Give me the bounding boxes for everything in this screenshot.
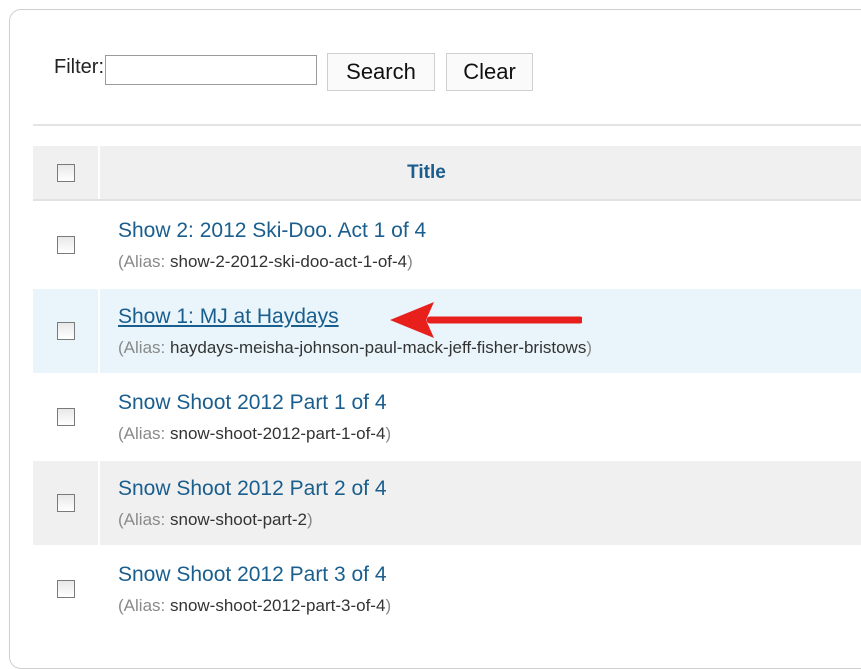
header-title-cell: Title <box>100 146 861 199</box>
search-button[interactable]: Search <box>327 53 435 91</box>
row-title-cell: Snow Shoot 2012 Part 3 of 4 (Alias: snow… <box>100 547 861 631</box>
filter-label: Filter: <box>54 55 104 78</box>
article-title-link[interactable]: Snow Shoot 2012 Part 1 of 4 <box>118 390 861 416</box>
table-row: Show 2: 2012 Ski-Doo. Act 1 of 4 (Alias:… <box>33 203 861 287</box>
select-all-checkbox[interactable] <box>56 163 75 182</box>
row-checkbox-cell <box>33 203 100 287</box>
row-checkbox-cell <box>33 375 100 459</box>
clear-button[interactable]: Clear <box>446 53 533 91</box>
row-checkbox[interactable] <box>56 580 75 598</box>
article-title-link[interactable]: Snow Shoot 2012 Part 3 of 4 <box>118 562 861 588</box>
alias-value: snow-shoot-2012-part-3-of-4 <box>169 596 386 615</box>
alias-line: (Alias: snow-shoot-2012-part-1-of-4) <box>118 424 392 443</box>
alias-label: Alias <box>123 424 161 443</box>
row-checkbox[interactable] <box>56 236 75 254</box>
row-title-cell: Snow Shoot 2012 Part 2 of 4 (Alias: snow… <box>100 461 861 545</box>
article-title-link[interactable]: Snow Shoot 2012 Part 2 of 4 <box>118 476 861 502</box>
filter-input[interactable] <box>105 54 317 85</box>
alias-value: haydays-meisha-johnson-paul-mack-jeff-fi… <box>169 338 587 357</box>
row-checkbox-cell <box>33 461 100 545</box>
alias-label: Alias <box>123 596 161 615</box>
articles-table: Title Show 2: 2012 Ski-Doo. Act 1 of 4 (… <box>33 146 861 633</box>
table-row: Snow Shoot 2012 Part 1 of 4 (Alias: snow… <box>33 375 861 459</box>
row-checkbox[interactable] <box>56 322 75 340</box>
row-checkbox[interactable] <box>56 494 75 512</box>
article-title-link[interactable]: Show 2: 2012 Ski-Doo. Act 1 of 4 <box>118 218 861 244</box>
red-arrow-annotation <box>390 302 582 338</box>
filter-bar: Filter: Search Clear <box>54 53 544 91</box>
table-row: Snow Shoot 2012 Part 3 of 4 (Alias: snow… <box>33 547 861 631</box>
sort-by-title-link[interactable]: Title <box>407 162 446 184</box>
alias-label: Alias <box>123 510 161 529</box>
alias-value: snow-shoot-part-2 <box>169 510 307 529</box>
row-checkbox[interactable] <box>56 408 75 426</box>
table-row: Snow Shoot 2012 Part 2 of 4 (Alias: snow… <box>33 461 861 545</box>
table-header-row: Title <box>33 146 861 201</box>
header-checkbox-cell <box>33 146 100 199</box>
alias-value: show-2-2012-ski-doo-act-1-of-4 <box>169 252 408 271</box>
row-checkbox-cell <box>33 547 100 631</box>
alias-label: Alias <box>123 338 161 357</box>
divider <box>33 124 861 126</box>
alias-line: (Alias: show-2-2012-ski-doo-act-1-of-4) <box>118 252 413 271</box>
row-title-cell: Show 2: 2012 Ski-Doo. Act 1 of 4 (Alias:… <box>100 203 861 287</box>
alias-line: (Alias: haydays-meisha-johnson-paul-mack… <box>118 338 592 357</box>
alias-line: (Alias: snow-shoot-part-2) <box>118 510 313 529</box>
alias-line: (Alias: snow-shoot-2012-part-3-of-4) <box>118 596 392 615</box>
row-title-cell: Snow Shoot 2012 Part 1 of 4 (Alias: snow… <box>100 375 861 459</box>
alias-label: Alias <box>123 252 161 271</box>
row-checkbox-cell <box>33 289 100 373</box>
alias-value: snow-shoot-2012-part-1-of-4 <box>169 424 386 443</box>
